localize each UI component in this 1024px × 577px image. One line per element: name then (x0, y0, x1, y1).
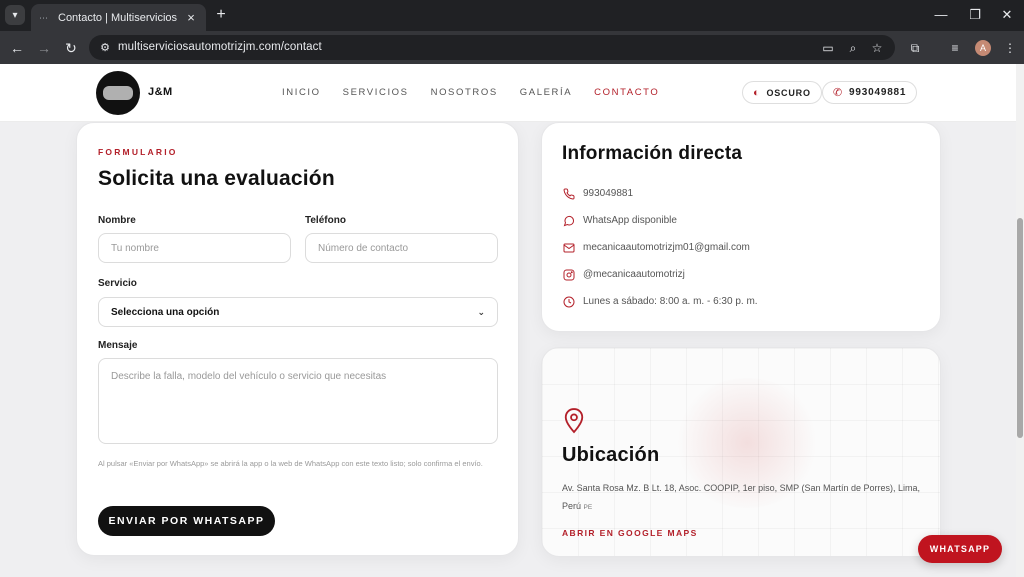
service-label: Servicio (98, 278, 137, 289)
logo-car-icon (103, 86, 133, 100)
nav-inicio[interactable]: INICIO (282, 87, 321, 98)
info-hours-row: Lunes a sábado: 8:00 a. m. - 6:30 p. m. (562, 295, 758, 308)
cast-icon[interactable]: ▭ (819, 39, 837, 57)
site-header: J&M INICIO SERVICIOS NOSOTROS GALERÍA CO… (0, 64, 1016, 122)
site-info-icon[interactable]: ⚙ (97, 40, 113, 56)
more-menu-icon[interactable]: ⋮ (1000, 38, 1020, 58)
country-code: PE (583, 504, 593, 511)
location-title: Ubicación (562, 444, 660, 466)
address-text: Av. Santa Rosa Mz. B Lt. 18, Asoc. COOPI… (562, 483, 920, 511)
nav-servicios[interactable]: SERVICIOS (343, 87, 409, 98)
whatsapp-note: Al pulsar «Enviar por WhatsApp» se abrir… (98, 459, 483, 468)
info-email: mecanicaautomotrizjm01@gmail.com (583, 242, 750, 253)
address-bar[interactable]: ⚙ multiserviciosautomotrizjm.com/contact… (89, 35, 895, 60)
tab-close-icon[interactable]: × (184, 10, 198, 25)
bookmark-star-icon[interactable]: ☆ (868, 39, 886, 57)
media-controls-icon[interactable]: ≡ (945, 38, 965, 58)
close-window-icon[interactable]: ✕ (992, 4, 1022, 26)
location-pin-icon (564, 408, 584, 434)
profile-avatar[interactable]: A (975, 40, 991, 56)
nav-contacto[interactable]: CONTACTO (594, 87, 659, 98)
info-whatsapp-row[interactable]: WhatsApp disponible (562, 214, 677, 227)
info-phone-row[interactable]: 993049881 (562, 187, 633, 200)
message-textarea[interactable]: Describe la falla, modelo del vehículo o… (98, 358, 498, 444)
logo[interactable] (96, 71, 140, 115)
info-instagram: @mecanicaautomotrizj (583, 269, 685, 280)
extensions-icon[interactable]: ⧉ (905, 38, 925, 58)
google-maps-link[interactable]: ABRIR EN GOOGLE MAPS (562, 528, 698, 538)
info-instagram-row[interactable]: @mecanicaautomotrizj (562, 268, 685, 281)
browser-tabbar: ▾ ⋯ Contacto | Multiservicios Automotriz… (0, 0, 1024, 31)
info-email-row[interactable]: mecanicaautomotrizjm01@gmail.com (562, 241, 750, 254)
new-tab-plus-icon[interactable]: + (212, 6, 230, 24)
chat-bubble-icon (562, 214, 575, 227)
restore-icon[interactable]: ❐ (960, 4, 990, 26)
phone-icon (562, 187, 575, 200)
direct-info-card: Información directa 993049881 WhatsApp d… (541, 122, 941, 332)
clock-icon (562, 295, 575, 308)
nav-galeria[interactable]: GALERÍA (520, 87, 572, 98)
main-nav: INICIO SERVICIOS NOSOTROS GALERÍA CONTAC… (282, 87, 681, 98)
back-arrow-icon[interactable]: ← (6, 37, 28, 59)
location-address: Av. Santa Rosa Mz. B Lt. 18, Asoc. COOPI… (562, 479, 927, 517)
info-hours: Lunes a sábado: 8:00 a. m. - 6:30 p. m. (583, 296, 758, 307)
phone-input[interactable]: Número de contacto (305, 233, 498, 263)
contact-section: FORMULARIO Solicita una evaluación Nombr… (0, 122, 1016, 577)
brand-name[interactable]: J&M (148, 86, 173, 98)
contact-form-card: FORMULARIO Solicita una evaluación Nombr… (76, 122, 519, 556)
url-text[interactable]: multiserviciosautomotrizjm.com/contact (118, 41, 322, 53)
info-whatsapp: WhatsApp disponible (583, 215, 677, 226)
reload-icon[interactable]: ↻ (60, 37, 82, 59)
theme-toggle-button[interactable]: ◐ OSCURO (742, 81, 822, 104)
form-title: Solicita una evaluación (98, 167, 335, 190)
phone-icon: ✆ (833, 87, 844, 99)
browser-toolbar: ← → ↻ ⚙ multiserviciosautomotrizjm.com/c… (0, 31, 1024, 64)
nav-nosotros[interactable]: NOSOTROS (431, 87, 498, 98)
favicon-icon: ⋯ (39, 12, 48, 23)
chevron-down-icon: ⌄ (477, 306, 485, 317)
name-label: Nombre (98, 215, 136, 226)
zoom-icon[interactable]: ⌕ (844, 39, 862, 57)
message-label: Mensaje (98, 340, 138, 351)
tab-title: Contacto | Multiservicios Automotriz J&M (58, 11, 178, 24)
scrollbar-thumb[interactable] (1017, 218, 1023, 438)
minimize-icon[interactable]: — (926, 4, 956, 26)
phone-pill-button[interactable]: ✆ 993049881 (822, 81, 918, 104)
send-whatsapp-button[interactable]: ENVIAR POR WHATSAPP (98, 506, 275, 536)
forward-arrow-icon[interactable]: → (33, 37, 55, 59)
service-select[interactable]: Selecciona una opción ⌄ (98, 297, 498, 327)
whatsapp-floating-button[interactable]: WHATSAPP (918, 535, 1002, 563)
moon-icon: ◐ (753, 86, 761, 99)
theme-toggle-label: OSCURO (766, 87, 811, 98)
page-scrollbar[interactable] (1016, 64, 1024, 577)
tab-list-chevron-icon[interactable]: ▾ (5, 5, 25, 25)
service-select-value: Selecciona una opción (111, 306, 220, 318)
phone-label: Teléfono (305, 215, 346, 226)
form-eyebrow: FORMULARIO (98, 147, 178, 157)
name-input[interactable]: Tu nombre (98, 233, 291, 263)
info-phone: 993049881 (583, 188, 634, 199)
mail-icon (562, 241, 575, 254)
instagram-icon (562, 268, 575, 281)
phone-pill-label: 993049881 (849, 87, 907, 98)
browser-tab-active[interactable]: ⋯ Contacto | Multiservicios Automotriz J… (31, 4, 206, 31)
info-title: Información directa (562, 143, 743, 164)
location-card: Ubicación Av. Santa Rosa Mz. B Lt. 18, A… (541, 347, 941, 557)
